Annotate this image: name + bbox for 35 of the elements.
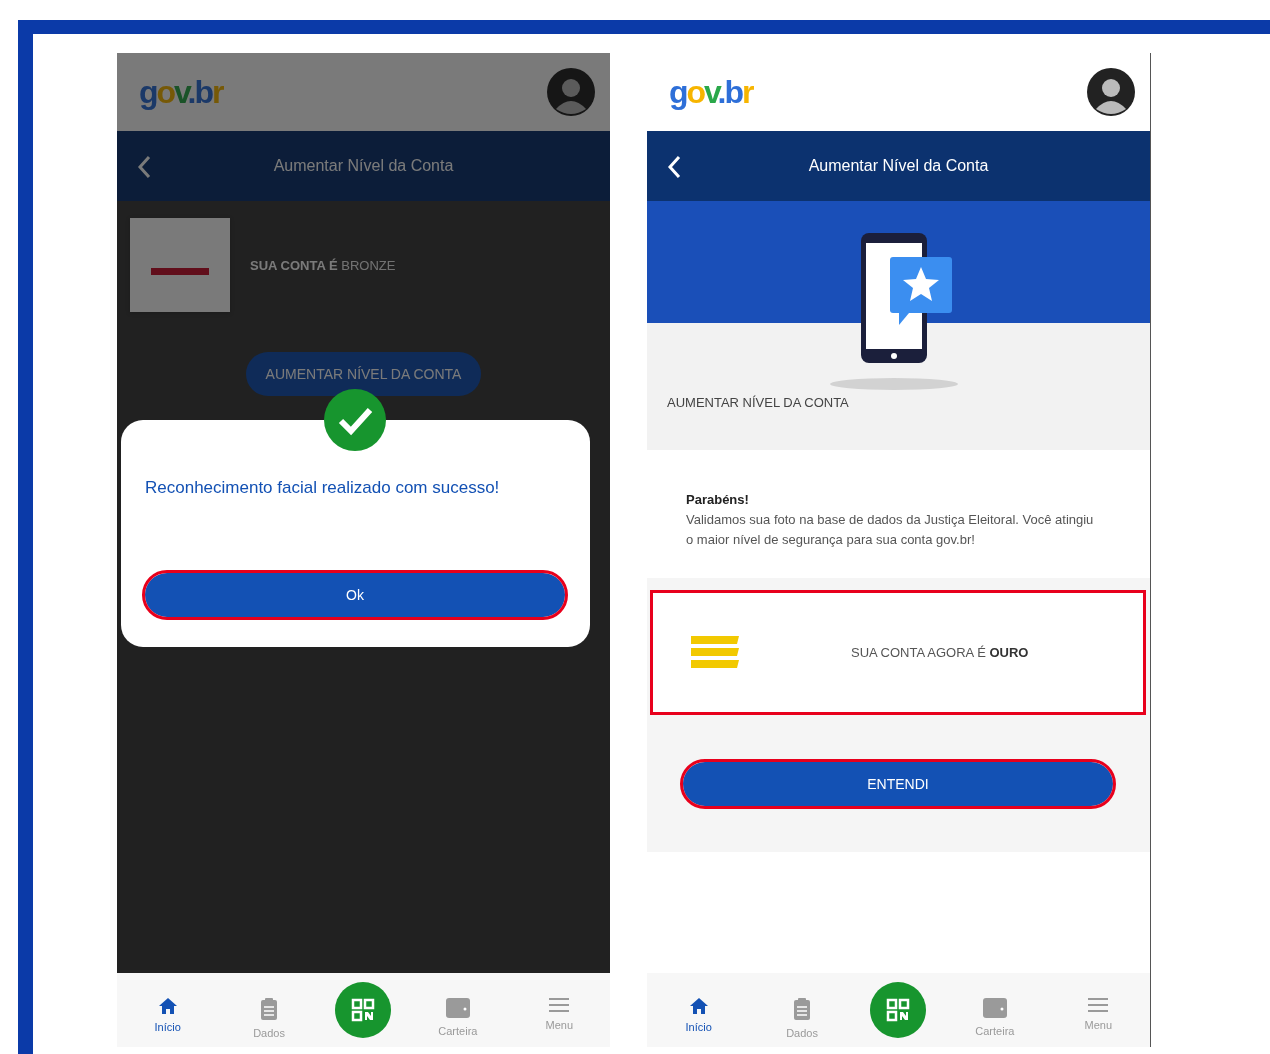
qr-code-icon (886, 998, 911, 1022)
page-title: Aumentar Nível da Conta (807, 157, 990, 175)
understood-button[interactable]: ENTENDI (683, 762, 1113, 806)
clipboard-icon (260, 997, 279, 1021)
stacked-bars-icon (689, 634, 741, 671)
clipboard-icon (793, 997, 812, 1021)
account-level-text: SUA CONTA É BRONZE (250, 257, 396, 273)
nav-tab[interactable]: Carteira (422, 973, 493, 1037)
nav-tab[interactable]: Início (663, 973, 734, 1033)
home-icon (157, 997, 178, 1015)
gov-br-logo: gov.br (139, 73, 223, 111)
gov-br-logo: gov.br (669, 73, 753, 111)
nav-tab[interactable]: Início (132, 973, 203, 1033)
ok-button[interactable]: Ok (145, 573, 565, 617)
nav-tab[interactable]: Dados (234, 973, 305, 1039)
nav-tab[interactable]: Menu (524, 973, 595, 1031)
nav-tab[interactable]: Carteira (959, 973, 1030, 1037)
bronze-level-icon (130, 218, 230, 312)
raise-level-button[interactable]: AUMENTAR NÍVEL DA CONTA (245, 352, 482, 396)
page-title: Aumentar Nível da Conta (272, 157, 455, 175)
avatar-icon[interactable] (1086, 67, 1136, 117)
home-icon (688, 997, 709, 1015)
message-text: Validamos sua foto na base de dados da Justiça Eleitoral. Você atingiu o maior nível de segurança para sua conta gov.br! (686, 511, 1095, 549)
nav-tab[interactable]: Menu (1063, 973, 1134, 1031)
message-heading: Parabéns! (686, 491, 750, 509)
wallet-icon (444, 997, 471, 1019)
wallet-icon (981, 997, 1008, 1019)
qr-code-icon (351, 998, 376, 1022)
dialog-message: Reconhecimento facial realizado com sucesso! (145, 478, 501, 498)
section-label: AUMENTAR NÍVEL DA CONTA (666, 395, 850, 410)
nav-tab[interactable]: Dados (767, 973, 838, 1039)
back-icon[interactable] (667, 155, 681, 179)
menu-icon (549, 997, 570, 1013)
menu-icon (1088, 997, 1109, 1013)
account-level-text: SUA CONTA AGORA É OURO (851, 645, 1029, 660)
